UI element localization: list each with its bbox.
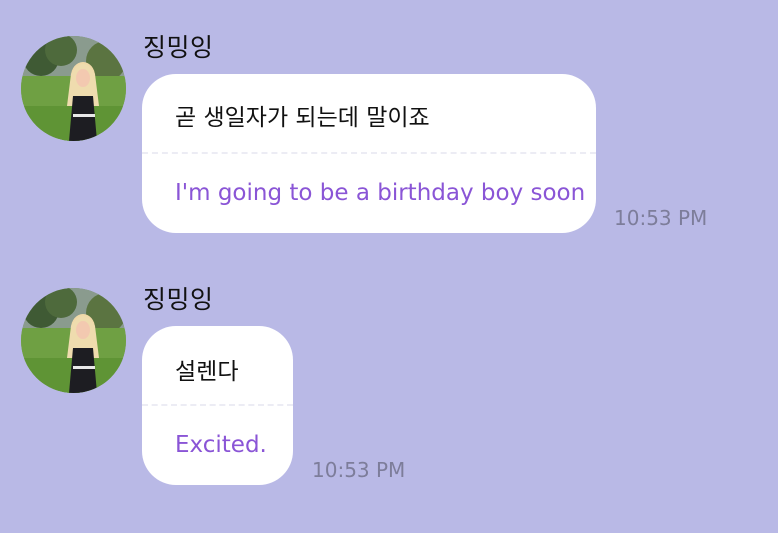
message-bubble[interactable]: 곧 생일자가 되는데 말이죠 I'm going to be a birthda… <box>142 74 596 233</box>
avatar[interactable] <box>21 36 126 141</box>
message-timestamp: 10:53 PM <box>614 206 708 230</box>
translated-message-text: Excited. <box>175 432 267 458</box>
sender-name: 징밍잉 <box>143 33 214 62</box>
original-message-text: 설렌다 <box>175 359 239 385</box>
sender-name: 징밍잉 <box>143 285 214 314</box>
avatar[interactable] <box>21 288 126 393</box>
message-bubble[interactable]: 설렌다 Excited. <box>142 326 293 485</box>
translation-divider <box>142 152 596 154</box>
avatar-photo-icon <box>21 288 126 393</box>
message-timestamp: 10:53 PM <box>312 458 406 482</box>
avatar-photo-icon <box>21 36 126 141</box>
translated-message-text: I'm going to be a birthday boy soon <box>175 180 586 206</box>
translation-divider <box>142 404 293 406</box>
original-message-text: 곧 생일자가 되는데 말이죠 <box>175 105 430 131</box>
